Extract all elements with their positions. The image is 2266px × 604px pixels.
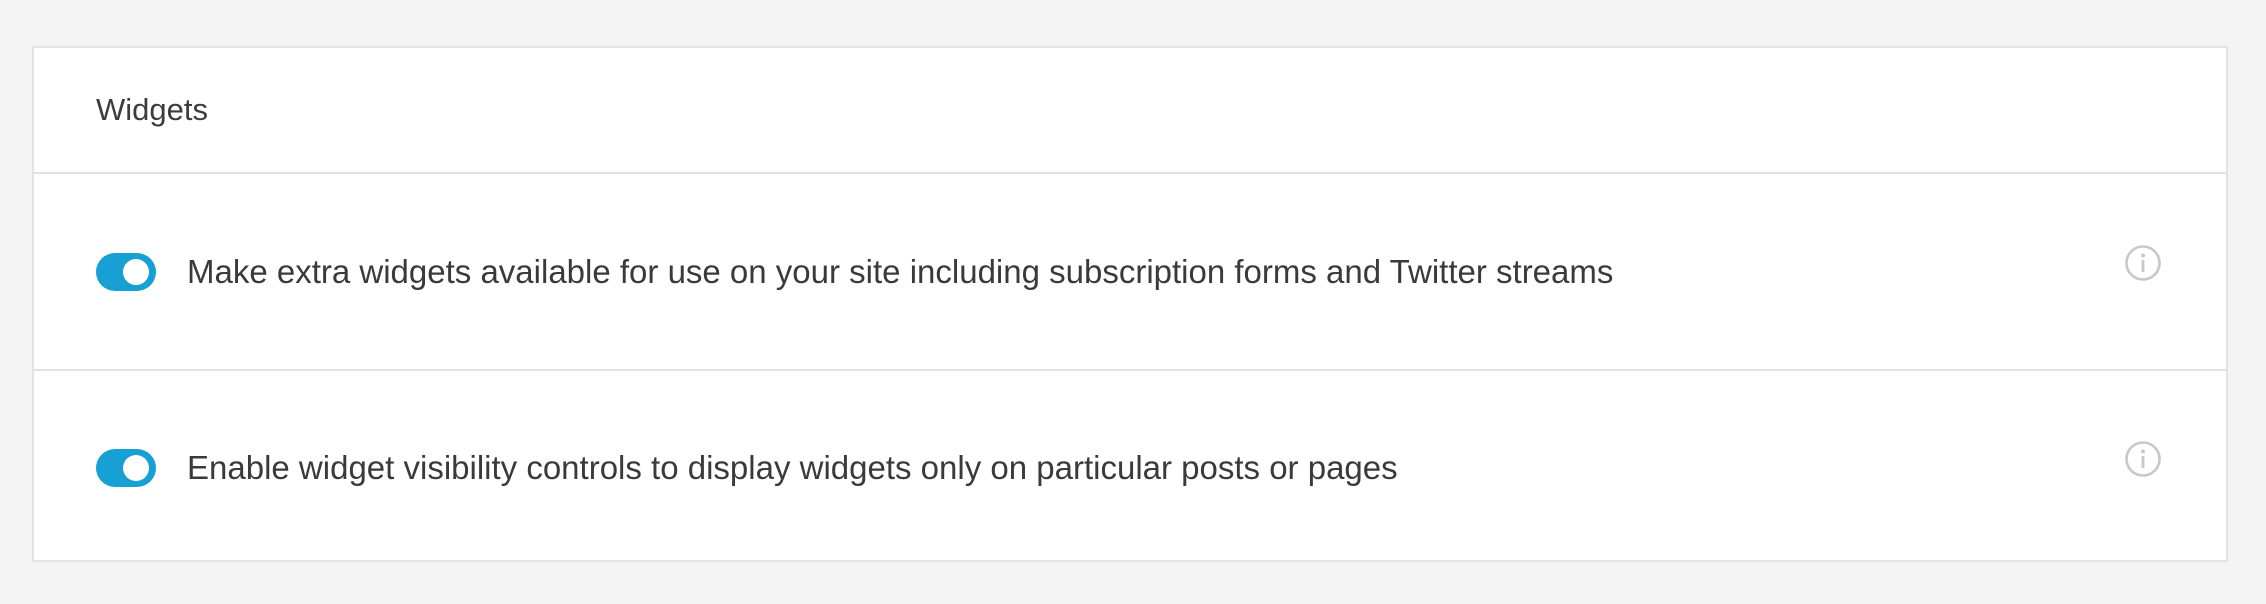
widget-visibility-toggle[interactable]: [96, 448, 156, 487]
setting-row-widget-visibility: Enable widget visibility controls to dis…: [34, 369, 2226, 564]
info-icon[interactable]: [2124, 244, 2162, 282]
extra-widgets-toggle[interactable]: [96, 252, 156, 291]
widgets-settings-card: Widgets Make extra widgets available for…: [32, 46, 2228, 562]
toggle-knob: [123, 258, 149, 285]
extra-widgets-label: Make extra widgets available for use on …: [187, 252, 1614, 290]
widget-visibility-label: Enable widget visibility controls to dis…: [187, 448, 1398, 486]
info-icon[interactable]: [2124, 440, 2162, 478]
section-title: Widgets: [96, 92, 208, 127]
setting-row-extra-widgets: Make extra widgets available for use on …: [34, 174, 2226, 369]
toggle-knob: [123, 454, 149, 481]
card-header: Widgets: [34, 48, 2226, 174]
